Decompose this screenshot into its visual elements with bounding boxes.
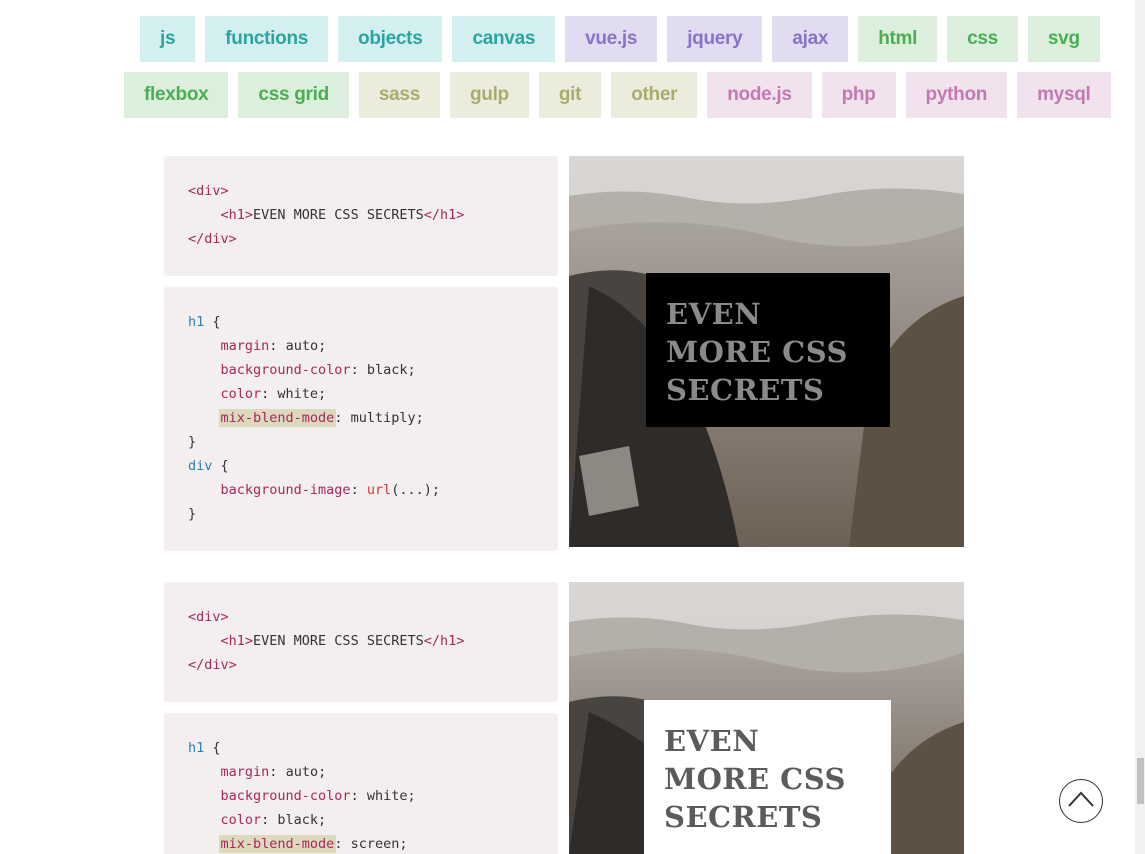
code-token: background-color [220,362,351,378]
code-token: black; [277,812,327,828]
tag-link-flexbox[interactable]: flexbox [124,72,229,118]
code-token: background-image [220,482,351,498]
scroll-to-top-button[interactable] [1059,779,1103,823]
tag-link-git[interactable]: git [538,72,602,118]
tag-link-php[interactable]: php [821,72,896,118]
code-token: background-color [220,788,351,804]
html-code-block-2: <div> <h1>EVEN MORE CSS SECRETS</h1> </d… [164,582,558,702]
code-token: black; [366,362,416,378]
code-token: url [366,482,392,498]
code-token: </h1> [423,633,465,649]
code-token: white; [277,386,327,402]
code-token: white; [366,788,416,804]
code-token: </div> [188,657,237,673]
css-code-block-1: h1 { margin: auto; background-color: bla… [164,287,558,551]
tag-link-html[interactable]: html [858,16,938,62]
blend-heading-multiply: EVEN MORE CSS SECRETS [646,273,890,427]
scrollbar-track[interactable] [1135,0,1145,854]
css-code-block-2: h1 { margin: auto; background-color: whi… [164,713,558,854]
tag-link-python[interactable]: python [905,72,1008,118]
tag-link-jquery[interactable]: jquery [667,16,763,62]
code-token: EVEN MORE CSS SECRETS [253,633,424,649]
tag-link-sass[interactable]: sass [358,72,440,118]
code-token: <div> [188,183,229,199]
code-token: color [220,812,262,828]
tag-link-vue-js[interactable]: vue.js [565,16,658,62]
code-token: screen; [350,836,408,852]
html-code-block-1: <div> <h1>EVEN MORE CSS SECRETS</h1> </d… [164,156,558,276]
tag-link-ajax[interactable]: ajax [772,16,849,62]
code-token: color [220,386,262,402]
tag-link-mysql[interactable]: mysql [1017,72,1111,118]
code-token: margin [220,338,270,354]
code-token: EVEN MORE CSS SECRETS [253,207,424,223]
scrollbar-thumb[interactable] [1137,758,1144,804]
blend-heading-screen: EVEN MORE CSS SECRETS [644,700,891,854]
demo-image-2: EVEN MORE CSS SECRETS [569,582,964,854]
tag-link-other[interactable]: other [611,72,698,118]
code-token: div [188,458,213,474]
code-token: </div> [188,231,237,247]
code-token: <div> [188,609,229,625]
tag-row-2: flexbox css grid sass gulp git other node.js ph… [124,72,1111,118]
tag-link-objects[interactable]: objects [338,16,443,62]
tag-link-node-js[interactable]: node.js [707,72,812,118]
demo-image-1: EVEN MORE CSS SECRETS [569,156,964,547]
code-token-highlight: mix-blend-mode [218,409,337,427]
code-token: h1 [188,314,205,330]
tag-link-canvas[interactable]: canvas [452,16,556,62]
tag-link-gulp[interactable]: gulp [449,72,529,118]
code-token: margin [220,764,270,780]
code-token: multiply; [350,410,424,426]
tag-row-1: js functions objects canvas vue.js jquery ajax… [140,16,1100,62]
tag-link-functions[interactable]: functions [205,16,329,62]
code-token: </h1> [423,207,465,223]
code-token: <h1> [220,633,254,649]
tag-link-svg[interactable]: svg [1027,16,1100,62]
code-token: h1 [188,740,205,756]
tag-link-css-grid[interactable]: css grid [238,72,349,118]
tag-link-js[interactable]: js [140,16,196,62]
code-token: <h1> [220,207,254,223]
chevron-up-icon [1067,790,1095,812]
tag-link-css[interactable]: css [947,16,1018,62]
code-token: (...); [391,482,440,498]
code-token-highlight: mix-blend-mode [218,835,337,853]
code-token: auto; [285,764,327,780]
code-token: auto; [285,338,327,354]
